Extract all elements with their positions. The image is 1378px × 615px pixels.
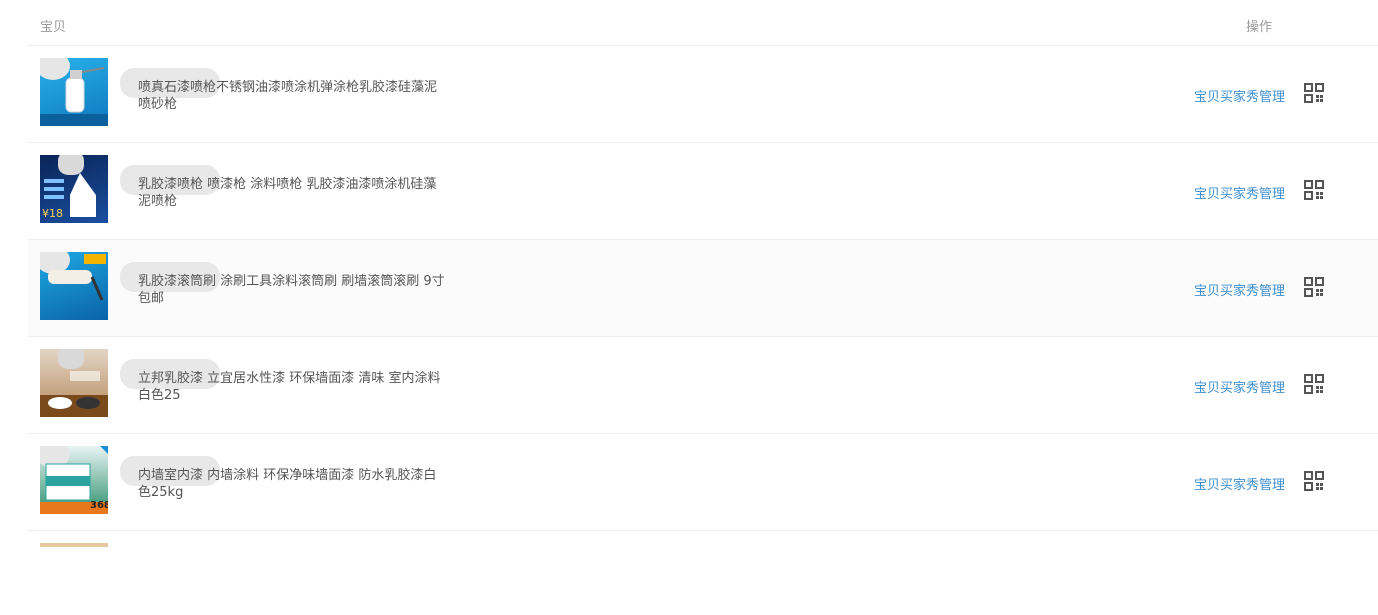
column-header-item: 宝贝 [40, 20, 67, 35]
table-row: 368 内墙室内漆 内墙涂料 环保净味墙面漆 防水乳胶漆白色25kg 宝贝买家秀… [28, 434, 1378, 531]
product-title[interactable]: 乳胶漆喷枪 喷漆枪 涂料喷枪 乳胶漆油漆喷涂机硅藻泥喷枪 [138, 176, 448, 210]
thumbnail-price: ¥18 [42, 207, 63, 220]
table-row-partial [28, 531, 1378, 551]
product-thumbnail[interactable] [40, 252, 108, 320]
table-row: ¥18 乳胶漆喷枪 喷漆枪 涂料喷枪 乳胶漆油漆喷涂机硅藻泥喷枪 宝贝买家秀管理 [28, 143, 1378, 240]
qrcode-icon[interactable] [1304, 83, 1324, 103]
table-row: 乳胶漆滚筒刷 涂刷工具涂料滚筒刷 刷墙滚筒滚刷 9寸 包邮 宝贝买家秀管理 [28, 240, 1378, 337]
qrcode-icon[interactable] [1304, 180, 1324, 200]
column-header-action: 操作 [1246, 20, 1273, 35]
product-title[interactable]: 内墙室内漆 内墙涂料 环保净味墙面漆 防水乳胶漆白色25kg [138, 467, 448, 501]
item-table: 宝贝 操作 喷真石漆喷枪不锈钢油漆喷涂机弹涂枪乳胶漆硅藻泥喷砂枪 宝贝买家秀管理 [28, 0, 1378, 551]
buyer-show-manage-link[interactable]: 宝贝买家秀管理 [1194, 183, 1285, 202]
table-header: 宝贝 操作 [28, 0, 1378, 46]
buyer-show-manage-link[interactable]: 宝贝买家秀管理 [1194, 86, 1285, 105]
product-thumbnail[interactable] [40, 349, 108, 417]
table-row: 立邦乳胶漆 立宜居水性漆 环保墙面漆 清味 室内涂料 白色25 宝贝买家秀管理 [28, 337, 1378, 434]
roller-brush-image [48, 254, 106, 301]
buyer-show-manage-link[interactable]: 宝贝买家秀管理 [1194, 280, 1285, 299]
product-thumbnail[interactable]: 368 [40, 446, 108, 514]
paint-can-image [40, 371, 108, 417]
table-row: 喷真石漆喷枪不锈钢油漆喷涂机弹涂枪乳胶漆硅藻泥喷砂枪 宝贝买家秀管理 [28, 46, 1378, 143]
qrcode-icon[interactable] [1304, 277, 1324, 297]
qrcode-icon[interactable] [1304, 374, 1324, 394]
product-title[interactable]: 乳胶漆滚筒刷 涂刷工具涂料滚筒刷 刷墙滚筒滚刷 9寸 包邮 [138, 273, 448, 307]
product-thumbnail[interactable] [40, 58, 108, 126]
product-title[interactable]: 立邦乳胶漆 立宜居水性漆 环保墙面漆 清味 室内涂料 白色25 [138, 370, 448, 404]
buyer-show-manage-link[interactable]: 宝贝买家秀管理 [1194, 474, 1285, 493]
buyer-show-manage-link[interactable]: 宝贝买家秀管理 [1194, 377, 1285, 396]
product-thumbnail[interactable] [40, 543, 108, 547]
product-title[interactable]: 喷真石漆喷枪不锈钢油漆喷涂机弹涂枪乳胶漆硅藻泥喷砂枪 [138, 79, 448, 113]
thumbnail-price: 368 [90, 500, 108, 511]
spray-gun-image [40, 67, 108, 126]
product-thumbnail[interactable]: ¥18 [40, 155, 108, 223]
qrcode-icon[interactable] [1304, 471, 1324, 491]
